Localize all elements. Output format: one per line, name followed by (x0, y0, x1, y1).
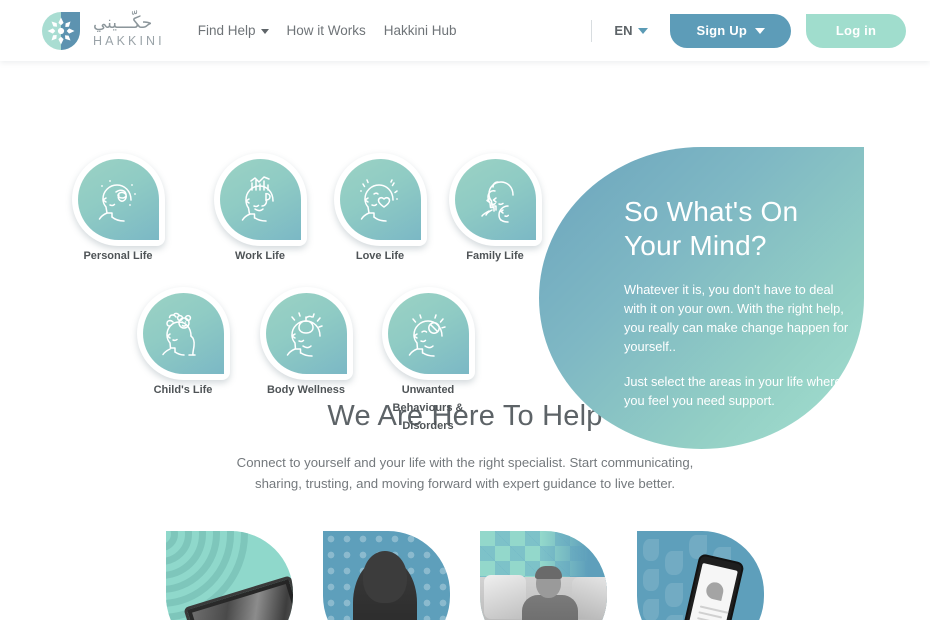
language-selector[interactable]: EN (614, 23, 649, 38)
header-divider (591, 19, 593, 42)
language-label: EN (614, 23, 633, 38)
family-three-heads-icon (454, 159, 536, 240)
category-label: Personal Life (83, 250, 153, 262)
category-label: Unwanted Behaviours & Disorders (392, 384, 464, 432)
category-card-shape (333, 153, 427, 246)
nav-item-find-help[interactable]: Find Help (198, 23, 269, 38)
help-description-line1: Connect to yourself and your life with t… (236, 455, 694, 470)
site-header: حكّـــيني HAKKINI Find Help How it Works… (0, 0, 930, 61)
woman-head-photo (363, 550, 407, 603)
hakkini-teardrop-logo-icon (38, 9, 84, 53)
hero-title: So What's On Your Mind? (624, 195, 852, 262)
category-card-body-wellness[interactable]: Body Wellness (256, 287, 356, 398)
category-card-shape (213, 153, 307, 246)
category-label: Family Life (466, 250, 524, 262)
main-navigation: Find Help How it Works Hakkini Hub (198, 23, 457, 38)
hero-title-line1: So What's On (624, 196, 799, 227)
brand-name: حكّـــيني HAKKINI (93, 14, 165, 48)
hero-paragraph-2: Just select the areas in your life where… (624, 374, 842, 409)
category-label: Body Wellness (266, 384, 346, 396)
nav-item-hakkini-hub[interactable]: Hakkini Hub (384, 23, 457, 38)
woman-back-view-card[interactable] (323, 530, 450, 620)
nav-label: Hakkini Hub (383, 23, 457, 38)
hero-paragraph-1: Whatever it is, you don't have to deal w… (624, 282, 849, 354)
head-with-heart-icon (339, 159, 421, 240)
category-card-shape (259, 287, 353, 380)
header-actions: EN Sign Up Log in (591, 13, 906, 48)
feature-photo-cards (0, 530, 930, 620)
nav-label: Find Help (197, 23, 256, 38)
hero-section: So What's On Your Mind? Whatever it is, … (0, 61, 930, 449)
category-label: Child's Life (153, 384, 213, 396)
category-card-shape (448, 153, 542, 246)
help-description-line2: sharing, trusting, and moving forward wi… (254, 476, 676, 492)
hero-message-panel: So What's On Your Mind? Whatever it is, … (539, 147, 864, 449)
man-hair-photo (535, 565, 562, 579)
brand-name-arabic: حكّـــيني (93, 12, 153, 32)
category-card-love-life[interactable]: Love Life (330, 153, 430, 264)
laptop-video-session-card[interactable] (166, 530, 293, 620)
help-description: Connect to yourself and your life with t… (230, 452, 700, 495)
signup-label: Sign Up (696, 23, 747, 38)
nav-item-how-it-works[interactable]: How it Works (287, 23, 366, 38)
signup-button[interactable]: Sign Up (670, 13, 791, 48)
head-with-no-entry-sign-icon (387, 293, 469, 374)
login-button[interactable]: Log in (806, 13, 906, 48)
category-card-personal-life[interactable]: Personal Life (68, 153, 168, 264)
cushion-left-photo (484, 574, 526, 619)
head-with-apple-icon (265, 293, 347, 374)
hero-title-line2: Your Mind? (624, 229, 767, 261)
man-body-photo (522, 594, 578, 620)
brand-name-english: HAKKINI (93, 33, 165, 48)
chevron-down-icon (260, 29, 269, 34)
nav-label: How it Works (286, 23, 366, 38)
category-label: Love Life (355, 250, 405, 262)
category-card-unwanted-behaviours[interactable]: Unwanted Behaviours & Disorders (378, 287, 478, 434)
man-on-sofa-with-laptop-card[interactable] (480, 530, 607, 620)
category-label: Work Life (235, 250, 285, 262)
category-card-childs-life[interactable]: Child's Life (133, 287, 233, 398)
category-card-shape (71, 153, 165, 246)
chevron-down-icon (755, 27, 765, 34)
head-with-tangled-thoughts-icon (77, 159, 159, 240)
category-card-family-life[interactable]: Family Life (445, 153, 545, 264)
login-label: Log in (835, 23, 877, 38)
category-card-shape (136, 287, 230, 380)
head-with-bar-chart-and-headset-icon (219, 159, 301, 240)
phone-in-hand-app-card[interactable] (637, 530, 764, 620)
category-card-shape (381, 287, 475, 380)
category-card-work-life[interactable]: Work Life (210, 153, 310, 264)
child-head-with-teddy-bear-icon (142, 293, 224, 374)
brand-logo-link[interactable]: حكّـــيني HAKKINI (38, 9, 165, 53)
chevron-down-icon (638, 27, 649, 34)
